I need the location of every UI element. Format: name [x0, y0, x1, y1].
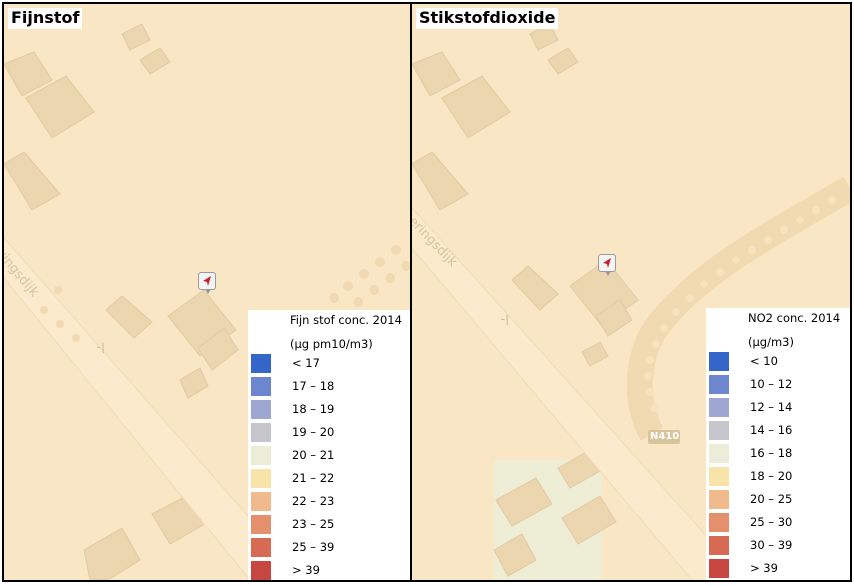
location-marker-icon[interactable]	[598, 254, 616, 276]
location-marker-icon[interactable]	[198, 272, 216, 294]
legend-label: < 17	[292, 356, 320, 370]
legend-title: NO2 conc. 2014	[748, 311, 841, 325]
legend-item: 20 – 21	[248, 444, 410, 467]
legend: NO2 conc. 2014 (µg/m3) < 10 10 – 12 12 – 1…	[706, 308, 850, 580]
map-panel-stikstofdioxide[interactable]: -\ N410 eringsdijk Stikstofdioxide NO2 c…	[410, 2, 852, 582]
legend-label: 23 – 25	[292, 517, 335, 531]
legend-swatch	[251, 469, 271, 488]
legend-item: 18 – 19	[248, 398, 410, 421]
panel-title: Stikstofdioxide	[416, 8, 559, 29]
legend-item: > 39	[706, 557, 850, 580]
legend-item: 23 – 25	[248, 513, 410, 536]
legend-swatch	[709, 490, 729, 509]
legend-label: 25 – 30	[750, 515, 793, 529]
legend-swatch	[709, 467, 729, 486]
map-panel-fijnstof[interactable]: -\ ringsdijk Fijnstof Fijn stof conc. 20…	[2, 2, 412, 582]
legend-label: 30 – 39	[750, 538, 793, 552]
legend-swatch	[709, 536, 729, 555]
legend-item: 12 – 14	[706, 396, 850, 419]
legend-swatch	[251, 423, 271, 442]
legend-item: 30 – 39	[706, 534, 850, 557]
legend-swatch	[251, 354, 271, 373]
legend-item: < 17	[248, 352, 410, 375]
legend-item: 25 – 30	[706, 511, 850, 534]
legend-label: 21 – 22	[292, 471, 335, 485]
legend-item: 25 – 39	[248, 536, 410, 559]
legend-swatch	[709, 421, 729, 440]
legend-item: 16 – 18	[706, 442, 850, 465]
road-shield: N410	[650, 431, 680, 442]
legend-unit: (µg pm10/m3)	[290, 337, 373, 351]
legend-label: > 39	[750, 561, 778, 575]
legend-label: 18 – 19	[292, 402, 335, 416]
legend-item: < 10	[706, 350, 850, 373]
legend-label: 10 – 12	[750, 377, 793, 391]
legend: Fijn stof conc. 2014 (µg pm10/m3) < 17 17…	[248, 310, 410, 580]
legend-item: > 39	[248, 559, 410, 580]
legend-swatch	[251, 538, 271, 557]
legend-label: 12 – 14	[750, 400, 793, 414]
panel-title: Fijnstof	[8, 8, 83, 29]
legend-label: 22 – 23	[292, 494, 335, 508]
legend-swatch	[709, 352, 729, 371]
legend-item: 22 – 23	[248, 490, 410, 513]
legend-label: 14 – 16	[750, 423, 793, 437]
legend-swatch	[709, 398, 729, 417]
legend-swatch	[251, 446, 271, 465]
legend-unit: (µg/m3)	[748, 335, 794, 349]
legend-label: 20 – 21	[292, 448, 335, 462]
legend-swatch	[709, 513, 729, 532]
legend-label: 25 – 39	[292, 540, 335, 554]
legend-item: 19 – 20	[248, 421, 410, 444]
legend-swatch	[709, 375, 729, 394]
legend-label: 16 – 18	[750, 446, 793, 460]
legend-swatch	[709, 559, 729, 578]
legend-swatch	[251, 492, 271, 511]
legend-swatch	[251, 515, 271, 534]
legend-item: 10 – 12	[706, 373, 850, 396]
legend-item: 21 – 22	[248, 467, 410, 490]
legend-label: 18 – 20	[750, 469, 793, 483]
legend-swatch	[251, 561, 271, 580]
legend-item: 14 – 16	[706, 419, 850, 442]
legend-item: 18 – 20	[706, 465, 850, 488]
legend-swatch	[251, 400, 271, 419]
legend-label: 20 – 25	[750, 492, 793, 506]
legend-label: 17 – 18	[292, 379, 335, 393]
legend-item: 20 – 25	[706, 488, 850, 511]
legend-label: 19 – 20	[292, 425, 335, 439]
legend-item: 17 – 18	[248, 375, 410, 398]
legend-label: > 39	[292, 563, 320, 577]
legend-swatch	[251, 377, 271, 396]
legend-title: Fijn stof conc. 2014	[290, 313, 402, 327]
legend-swatch	[709, 444, 729, 463]
legend-label: < 10	[750, 354, 778, 368]
